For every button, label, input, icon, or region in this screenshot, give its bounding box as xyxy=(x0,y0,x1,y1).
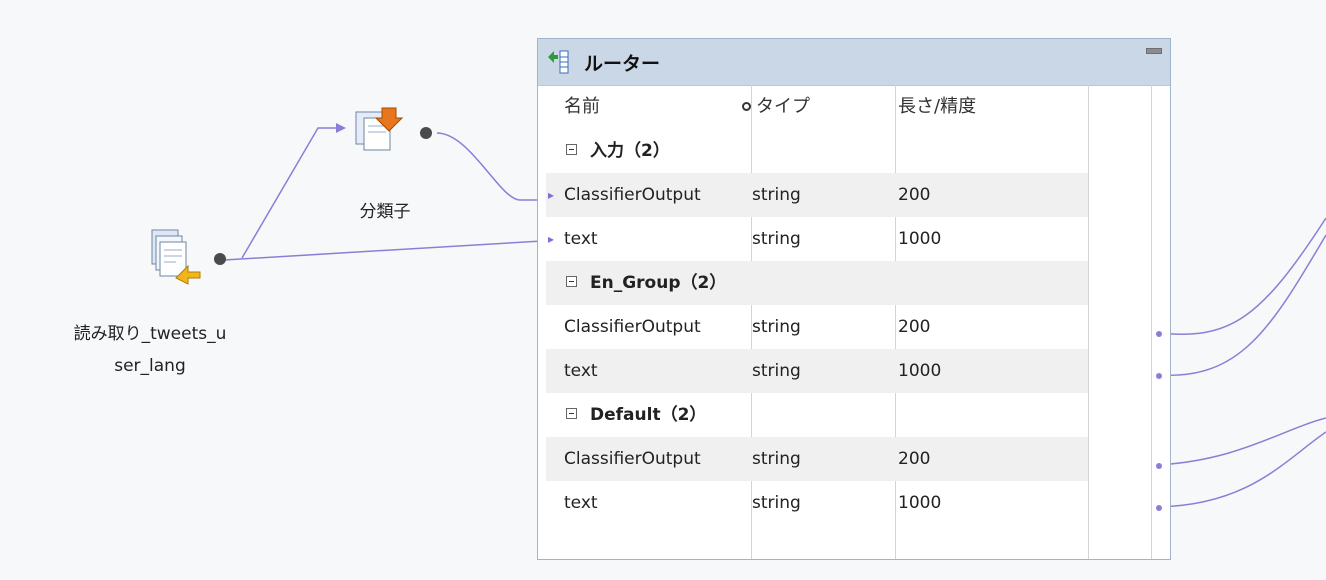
output-port[interactable] xyxy=(1156,373,1162,379)
field-name: text xyxy=(564,493,598,513)
group-header-en-group[interactable]: En_Group（2） xyxy=(546,261,1088,305)
link-reader-classifier xyxy=(241,127,336,259)
field-name: ClassifierOutput xyxy=(564,185,701,205)
reader-output-port[interactable] xyxy=(214,253,226,265)
output-port[interactable] xyxy=(1156,463,1162,469)
reader-label-line1: 読み取り_tweets_u xyxy=(73,324,227,344)
field-length: 200 xyxy=(898,449,931,469)
table-row[interactable]: ClassifierOutput string 200 xyxy=(546,437,1088,481)
input-arrow-icon: ▸ xyxy=(548,232,555,246)
column-header-length[interactable]: 長さ/精度 xyxy=(898,85,976,129)
collapse-toggle-icon[interactable] xyxy=(566,276,577,287)
classifier-icon[interactable] xyxy=(352,104,406,160)
input-arrow-icon: ▸ xyxy=(548,188,555,202)
link-out-default-classifieroutput xyxy=(1157,417,1326,466)
field-name: ClassifierOutput xyxy=(564,317,701,337)
column-header-row: 名前 タイプ 長さ/精度 xyxy=(546,85,1088,129)
reader-label: 読み取り_tweets_u ser_lang xyxy=(40,318,260,382)
port-column xyxy=(1088,85,1152,559)
table-row[interactable]: ▸ ClassifierOutput string 200 xyxy=(546,173,1088,217)
router-icon xyxy=(544,47,578,81)
router-title-bar[interactable]: ルーター xyxy=(538,39,1170,86)
link-arrowhead xyxy=(336,123,346,133)
classifier-label: 分類子 xyxy=(359,202,411,222)
field-type: string xyxy=(752,185,801,205)
field-length: 1000 xyxy=(898,361,942,381)
sort-indicator-icon xyxy=(742,102,751,111)
read-source-icon[interactable] xyxy=(146,226,204,292)
link-out-default-text xyxy=(1157,431,1326,508)
output-port[interactable] xyxy=(1156,331,1162,337)
output-port[interactable] xyxy=(1156,505,1162,511)
field-type: string xyxy=(752,493,801,513)
field-name: text xyxy=(564,229,598,249)
collapse-toggle-icon[interactable] xyxy=(566,144,577,155)
field-length: 1000 xyxy=(898,493,942,513)
field-length: 1000 xyxy=(898,229,942,249)
link-reader-router-text xyxy=(223,240,543,261)
field-type: string xyxy=(752,229,801,249)
group-label: 入力（2） xyxy=(590,141,670,161)
column-header-name[interactable]: 名前 xyxy=(564,85,600,129)
field-type: string xyxy=(752,361,801,381)
classifier-output-port[interactable] xyxy=(420,127,432,139)
field-length: 200 xyxy=(898,317,931,337)
group-header-default[interactable]: Default（2） xyxy=(546,393,1088,437)
router-title: ルーター xyxy=(584,53,661,75)
table-row[interactable]: text string 1000 xyxy=(546,349,1088,393)
mapping-canvas[interactable]: 読み取り_tweets_u ser_lang 分類子 ルーター 名前 タイプ 長… xyxy=(0,0,1326,580)
group-header-input[interactable]: 入力（2） xyxy=(546,129,1088,173)
minimize-button[interactable] xyxy=(1144,45,1162,55)
table-row[interactable]: ▸ text string 1000 xyxy=(546,217,1088,261)
field-type: string xyxy=(752,449,801,469)
reader-label-line2: ser_lang xyxy=(114,356,186,376)
field-name: ClassifierOutput xyxy=(564,449,701,469)
table-row[interactable]: text string 1000 xyxy=(546,481,1088,525)
field-length: 200 xyxy=(898,185,931,205)
minimize-icon xyxy=(1146,48,1162,54)
router-transformation-panel[interactable]: ルーター 名前 タイプ 長さ/精度 入力（2） ▸ ClassifierOutp… xyxy=(537,38,1171,560)
group-label: Default（2） xyxy=(590,405,707,425)
table-row[interactable]: ClassifierOutput string 200 xyxy=(546,305,1088,349)
group-label: En_Group（2） xyxy=(590,273,727,293)
collapse-toggle-icon[interactable] xyxy=(566,408,577,419)
field-name: text xyxy=(564,361,598,381)
column-header-type[interactable]: タイプ xyxy=(756,85,810,129)
field-type: string xyxy=(752,317,801,337)
link-classifier-router-classifieroutput xyxy=(436,132,542,201)
